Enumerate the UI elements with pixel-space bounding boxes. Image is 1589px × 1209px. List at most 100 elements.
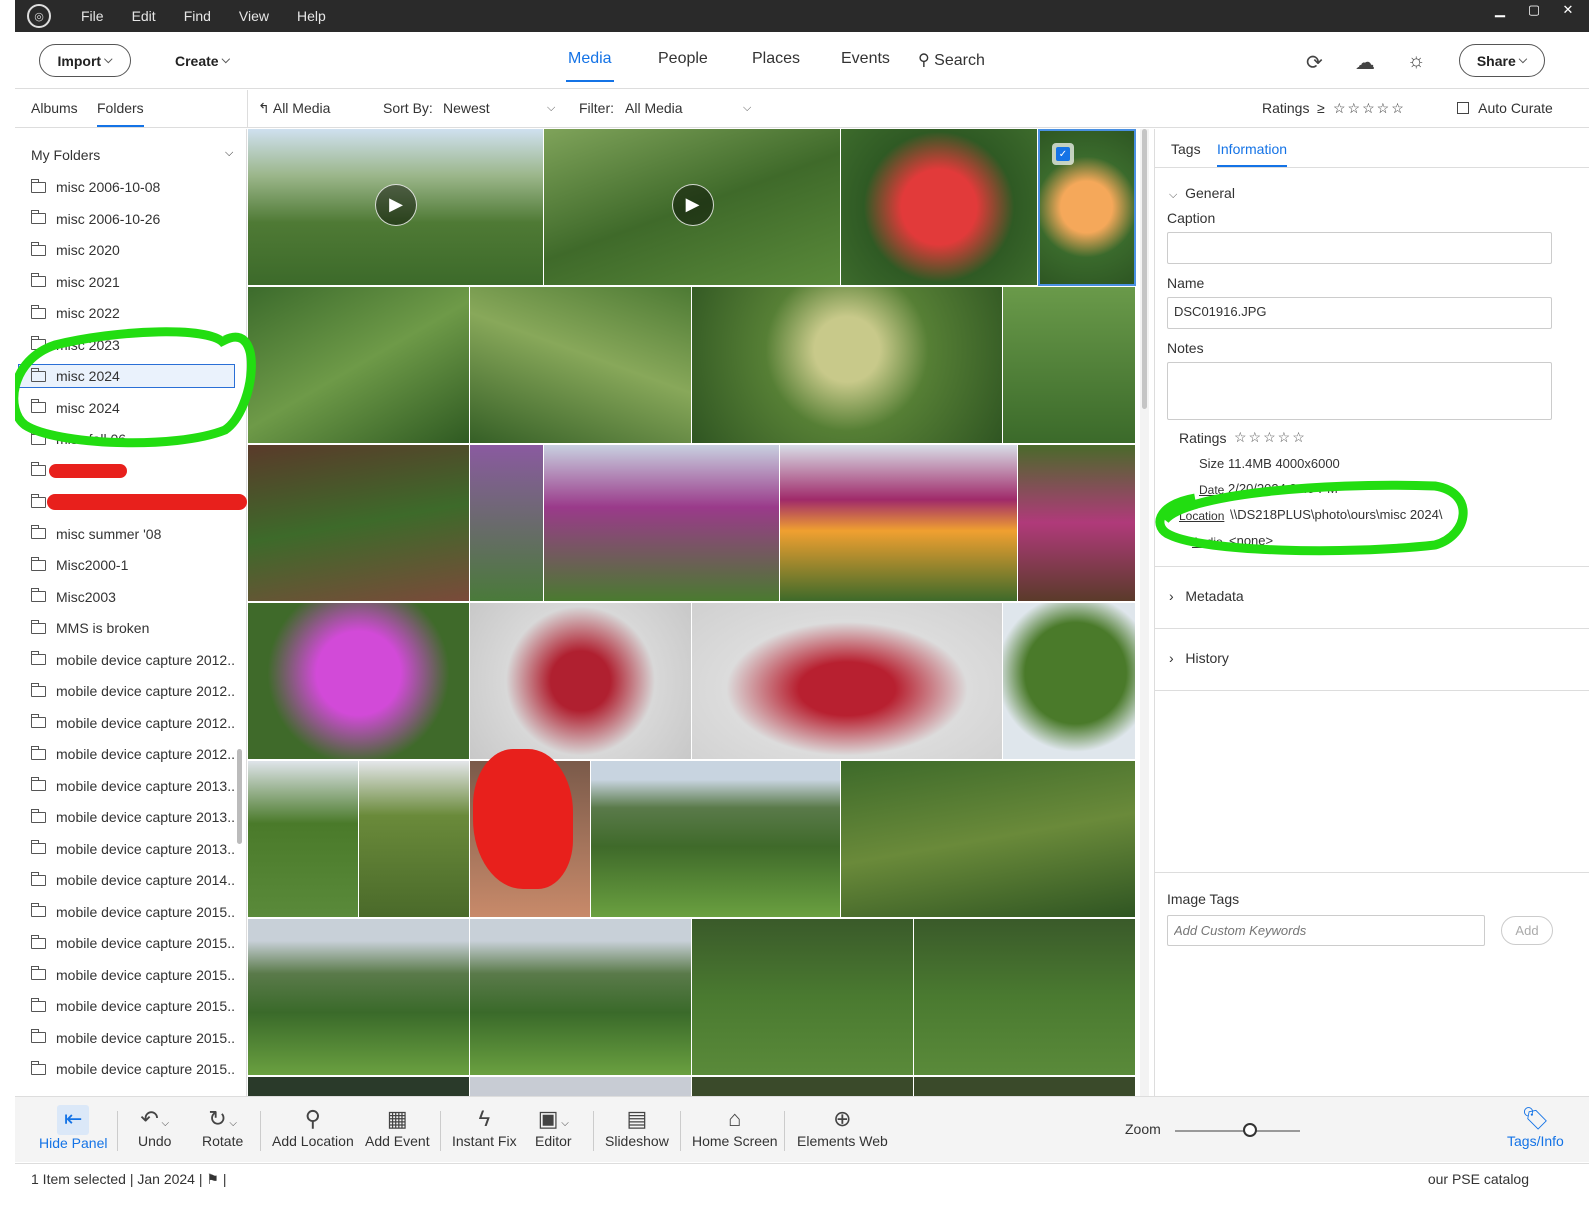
folder-item[interactable]: misc 2021 xyxy=(31,270,243,294)
scrollbar-thumb[interactable] xyxy=(1142,129,1147,409)
photo-thumbnail[interactable] xyxy=(1003,287,1136,444)
folder-item[interactable]: misc fall 06 xyxy=(31,427,243,451)
folder-item[interactable] xyxy=(31,459,243,483)
create-button[interactable]: Create ⌵ xyxy=(165,44,240,77)
sort-by-dropdown[interactable]: Newest ⌵ xyxy=(443,100,561,116)
my-folders-header[interactable]: My Folders xyxy=(31,147,100,163)
folder-item[interactable]: misc 2024 xyxy=(18,364,235,388)
photo-thumbnail[interactable] xyxy=(248,761,359,918)
folder-item[interactable]: mobile device capture 2015.. xyxy=(31,1026,243,1050)
minimize-button[interactable]: ▁ xyxy=(1483,0,1517,20)
menu-file[interactable]: File xyxy=(81,8,104,24)
audio-label[interactable]: Audio xyxy=(1192,534,1223,549)
play-icon[interactable]: ▶ xyxy=(375,183,417,226)
import-button[interactable]: Import ⌵ xyxy=(39,44,131,77)
folder-item[interactable]: mobile device capture 2015.. xyxy=(31,931,243,955)
folder-item[interactable]: Misc2003 xyxy=(31,585,243,609)
photo-thumbnail[interactable] xyxy=(692,287,1003,444)
tab-people[interactable]: People xyxy=(658,50,708,68)
folder-item[interactable]: mobile device capture 2015.. xyxy=(31,963,243,987)
folder-item[interactable]: mobile device capture 2014.. xyxy=(31,868,243,892)
photo-thumbnail[interactable] xyxy=(470,287,692,444)
tab-places[interactable]: Places xyxy=(752,50,800,68)
photo-thumbnail[interactable] xyxy=(1003,603,1136,760)
media-grid-scrollbar[interactable] xyxy=(1140,129,1149,1096)
folder-item[interactable]: misc 2006-10-08 xyxy=(31,175,243,199)
ratings-filter-stars[interactable]: ☆☆☆☆☆ xyxy=(1333,100,1406,117)
sync-icon[interactable]: ⟳ xyxy=(1306,50,1323,75)
folder-item[interactable]: mobile device capture 2013.. xyxy=(31,774,243,798)
photo-thumbnail[interactable] xyxy=(470,1077,692,1096)
photo-thumbnail[interactable] xyxy=(248,445,470,602)
cloud-icon[interactable]: ☁ xyxy=(1355,50,1375,75)
photo-thumbnail[interactable] xyxy=(359,761,470,918)
search-button[interactable]: ⚲ Search xyxy=(918,50,985,70)
photo-thumbnail[interactable] xyxy=(248,603,470,760)
instant-fix-button[interactable]: ϟ Instant Fix xyxy=(452,1105,517,1149)
folder-item[interactable]: mobile device capture 2012.. xyxy=(31,711,243,735)
history-section-toggle[interactable]: › History xyxy=(1169,650,1229,666)
folder-item[interactable] xyxy=(31,490,243,514)
folder-item[interactable]: misc 2020 xyxy=(31,238,243,262)
photo-thumbnail[interactable] xyxy=(1018,445,1136,602)
name-field[interactable]: DSC01916.JPG xyxy=(1167,297,1552,329)
slideshow-button[interactable]: ▤ Slideshow xyxy=(605,1105,669,1149)
tab-media[interactable]: Media xyxy=(566,50,614,82)
hide-panel-button[interactable]: ⇤ Hide Panel xyxy=(39,1105,108,1151)
folder-item[interactable]: MMS is broken xyxy=(31,616,243,640)
folder-item[interactable]: mobile device capture 2015.. xyxy=(31,900,243,924)
menu-help[interactable]: Help xyxy=(297,8,326,24)
photo-thumbnail[interactable] xyxy=(544,445,780,602)
photo-thumbnail[interactable] xyxy=(248,919,470,1076)
auto-curate-checkbox[interactable] xyxy=(1457,102,1469,114)
brightness-icon[interactable]: ☼ xyxy=(1407,50,1425,73)
zoom-slider-thumb[interactable] xyxy=(1243,1123,1257,1137)
photo-thumbnail[interactable] xyxy=(470,919,692,1076)
photo-thumbnail[interactable] xyxy=(841,761,1136,918)
auto-curate-toggle[interactable]: Auto Curate xyxy=(1457,100,1553,116)
play-icon[interactable]: ▶ xyxy=(671,183,714,226)
all-media-button[interactable]: ↰ All Media xyxy=(258,100,330,117)
folder-item[interactable]: mobile device capture 2012.. xyxy=(31,648,243,672)
chevron-down-icon[interactable]: ⌵ xyxy=(225,147,233,160)
folder-list-scrollbar[interactable] xyxy=(237,749,242,844)
caption-field[interactable] xyxy=(1167,232,1552,264)
photo-thumbnail[interactable] xyxy=(470,445,544,602)
photo-thumbnail[interactable] xyxy=(692,603,1003,760)
menu-edit[interactable]: Edit xyxy=(132,8,156,24)
filter-dropdown[interactable]: All Media ⌵ xyxy=(625,100,757,116)
photo-thumbnail[interactable] xyxy=(780,445,1018,602)
tab-events[interactable]: Events xyxy=(841,50,890,68)
photo-thumbnail[interactable] xyxy=(591,761,841,918)
photo-thumbnail[interactable] xyxy=(470,603,692,760)
close-button[interactable]: ✕ xyxy=(1551,0,1585,20)
select-checkbox[interactable]: ✓ xyxy=(1052,143,1074,165)
photo-thumbnail[interactable] xyxy=(692,1077,914,1096)
tab-albums[interactable]: Albums xyxy=(31,100,78,116)
menu-find[interactable]: Find xyxy=(184,8,211,24)
menu-view[interactable]: View xyxy=(239,8,269,24)
notes-field[interactable] xyxy=(1167,362,1552,420)
photo-thumbnail[interactable]: ▶ xyxy=(544,129,841,286)
maximize-button[interactable]: ▢ xyxy=(1517,0,1551,20)
photo-thumbnail[interactable]: ✓ xyxy=(1038,129,1136,286)
add-location-button[interactable]: ⚲ Add Location xyxy=(272,1105,354,1149)
folder-item[interactable]: mobile device capture 2013.. xyxy=(31,837,243,861)
photo-thumbnail[interactable] xyxy=(248,1077,470,1096)
folder-item[interactable]: Misc2000-1 xyxy=(31,553,243,577)
folder-item[interactable]: mobile device capture 2012.. xyxy=(31,742,243,766)
ratings-stars[interactable]: ☆☆☆☆☆ xyxy=(1234,429,1307,446)
tab-folders[interactable]: Folders xyxy=(97,100,144,127)
folder-item[interactable]: mobile device capture 2015.. xyxy=(31,1057,243,1081)
tab-tags[interactable]: Tags xyxy=(1171,141,1201,157)
photo-thumbnail[interactable] xyxy=(841,129,1038,286)
general-section-toggle[interactable]: ⌵ General xyxy=(1169,185,1235,202)
share-button[interactable]: Share ⌵ xyxy=(1459,44,1545,77)
photo-thumbnail[interactable] xyxy=(914,919,1136,1076)
zoom-slider[interactable] xyxy=(1175,1130,1300,1132)
date-label[interactable]: Date xyxy=(1199,482,1224,497)
photo-thumbnail[interactable] xyxy=(248,287,470,444)
undo-button[interactable]: ↶ ⌵ Undo xyxy=(138,1105,171,1149)
home-screen-button[interactable]: ⌂ Home Screen xyxy=(692,1105,778,1149)
folder-item[interactable]: mobile device capture 2015.. xyxy=(31,994,243,1018)
